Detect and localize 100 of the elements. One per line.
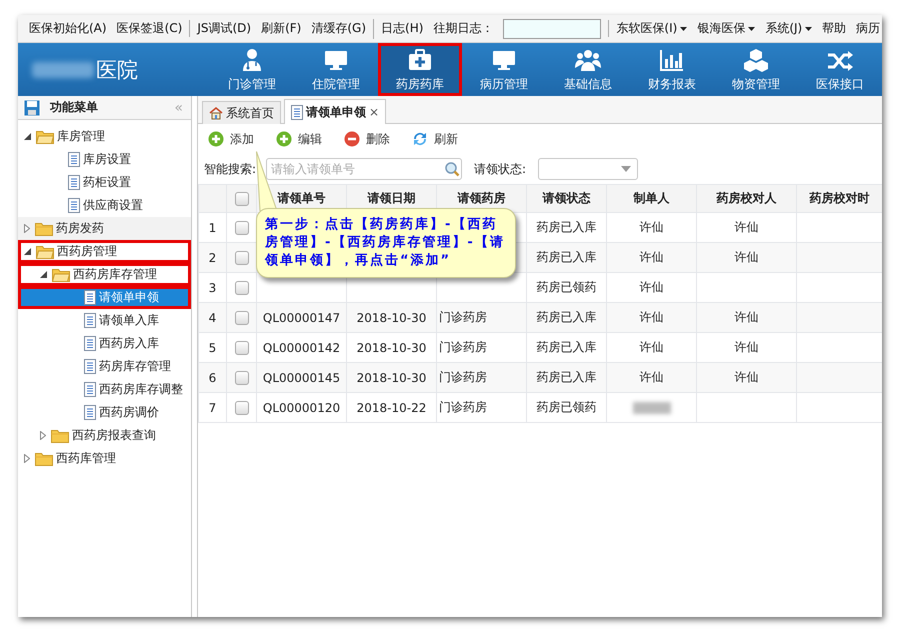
menu-label: 往期日志： <box>433 20 494 37</box>
tree-item[interactable]: 药柜设置 <box>18 171 191 194</box>
tab[interactable]: 系统首页 <box>202 101 281 124</box>
menu-item[interactable]: 系统(J) <box>765 20 812 37</box>
toolbar-button[interactable]: 删除 <box>344 130 390 148</box>
tree-item[interactable]: 库房设置 <box>18 148 191 171</box>
tree-label: 西药房报表查询 <box>72 427 156 444</box>
document-icon <box>68 175 80 190</box>
folder-icon <box>52 268 70 282</box>
status-dropdown[interactable] <box>538 158 638 180</box>
collapse-triangle-icon[interactable] <box>24 133 31 140</box>
row-checkbox[interactable] <box>234 250 248 265</box>
medical-kit-icon <box>406 46 434 72</box>
row-checkbox[interactable] <box>234 280 248 295</box>
tree-item[interactable]: 西药房调价 <box>18 401 191 424</box>
nav-item[interactable]: 病历管理 <box>462 43 546 96</box>
tree-label: 请领单申领 <box>99 289 159 306</box>
row-number: 4 <box>198 302 226 332</box>
menu-item[interactable]: 帮助 <box>822 20 846 37</box>
nav-item[interactable]: 物资管理 <box>714 43 798 96</box>
search-field[interactable]: 请输入请领单号 <box>266 158 462 180</box>
document-icon <box>68 152 80 167</box>
row-checkbox[interactable] <box>234 400 248 415</box>
nav-item[interactable]: 药房药库 <box>378 43 462 96</box>
tree-item[interactable]: 库房管理 <box>18 125 191 148</box>
menu-item[interactable]: 医保初始化(A) <box>29 20 107 37</box>
tree-item[interactable]: 西药房库存管理 <box>18 263 191 286</box>
table-cell: 药房已入库 <box>526 302 606 332</box>
tree-item[interactable]: 西药库管理 <box>18 447 191 470</box>
tree-item[interactable]: 药房发药 <box>18 217 191 240</box>
menu-item[interactable]: 医保签退(C) <box>116 20 182 37</box>
search-label: 智能搜索: <box>204 160 256 178</box>
folder-icon <box>35 452 53 466</box>
tree-item[interactable]: 请领单申领 <box>18 286 191 309</box>
table-cell: 许仙 <box>606 242 696 272</box>
remove-icon <box>344 131 360 147</box>
column-header: 请领状态 <box>526 184 606 212</box>
toolbar-button[interactable]: 添加 <box>208 130 254 148</box>
row-checkbox[interactable] <box>234 310 248 325</box>
menu-item[interactable]: 日志(H) <box>381 20 424 37</box>
expand-triangle-icon[interactable] <box>40 431 46 440</box>
add-icon <box>276 131 292 147</box>
tree-label: 请领单入库 <box>99 312 159 329</box>
callout-text: 第一步：点击【药房药库】-【西药房管理】-【西药房库存管理】-【请领单申领】，再点击“添加” <box>265 216 506 270</box>
collapse-triangle-icon[interactable] <box>40 271 47 278</box>
tree-label: 西药房管理 <box>57 243 117 260</box>
table-cell: 许仙 <box>696 362 796 392</box>
tree-item[interactable]: 西药房报表查询 <box>18 424 191 447</box>
table-cell: 许仙 <box>606 362 696 392</box>
refresh-icon <box>412 131 428 147</box>
select-all-checkbox[interactable] <box>234 192 248 206</box>
close-icon[interactable]: × <box>369 105 380 119</box>
date-field[interactable] <box>503 18 602 38</box>
row-checkbox[interactable] <box>234 220 248 235</box>
tree-item[interactable]: 西药房库存调整 <box>18 378 191 401</box>
add-icon <box>208 131 224 147</box>
row-checkbox[interactable] <box>234 340 248 355</box>
nav-item[interactable]: 基础信息 <box>546 43 630 96</box>
tab[interactable]: 请领单申领 × <box>284 99 386 124</box>
document-icon <box>84 382 96 397</box>
menu-item[interactable]: 东软医保(I) <box>616 20 688 37</box>
tree-item[interactable]: 请领单入库 <box>18 309 191 332</box>
menu-item[interactable]: 刷新(F) <box>261 20 302 37</box>
nav-item[interactable]: 门诊管理 <box>210 43 294 96</box>
toolbar-button[interactable]: 编辑 <box>276 130 322 148</box>
tree-item[interactable]: 供应商设置 <box>18 194 191 217</box>
home-icon <box>209 106 223 120</box>
tree-item[interactable]: 西药房入库 <box>18 332 191 355</box>
table-cell: 许仙 <box>696 302 796 332</box>
tree-label: 库房设置 <box>83 151 131 168</box>
nav-item[interactable]: 住院管理 <box>294 43 378 96</box>
expand-triangle-icon[interactable] <box>24 454 30 463</box>
menu-item[interactable]: 清缓存(G) <box>311 20 366 37</box>
table-cell: 药房已领药 <box>526 392 606 422</box>
tree-label: 药房发药 <box>56 220 104 237</box>
tree-label: 供应商设置 <box>83 197 143 214</box>
collapse-triangle-icon[interactable] <box>24 248 31 255</box>
table-cell: 门诊药房 <box>436 362 526 392</box>
tree-label: 西药房库存管理 <box>73 266 157 283</box>
table-cell: QL00000147 <box>256 302 346 332</box>
table-cell: 许仙 <box>606 302 696 332</box>
nav-item[interactable]: 医保接口 <box>798 43 882 96</box>
table-cell: 2018-10-30 <box>346 362 436 392</box>
document-icon <box>291 104 303 120</box>
document-icon <box>84 359 96 374</box>
table-cell: 药房已入库 <box>526 362 606 392</box>
toolbar-button[interactable]: 刷新 <box>412 130 458 148</box>
status-label: 请领状态: <box>474 160 526 178</box>
row-checkbox[interactable] <box>234 370 248 385</box>
tree-item[interactable]: 西药房管理 <box>18 240 191 263</box>
menu-item[interactable]: 病历 <box>856 20 880 37</box>
tree-item[interactable]: 药房库存管理 <box>18 355 191 378</box>
nav-item[interactable]: 财务报表 <box>630 43 714 96</box>
menu-item[interactable]: 银海医保 <box>697 20 756 37</box>
menu-item[interactable]: JS调试(D) <box>197 20 252 37</box>
expand-triangle-icon[interactable] <box>24 224 30 233</box>
tree-label: 药柜设置 <box>83 174 131 191</box>
row-number: 2 <box>198 242 226 272</box>
table-cell: 药房已入库 <box>526 242 606 272</box>
document-icon <box>84 313 96 328</box>
